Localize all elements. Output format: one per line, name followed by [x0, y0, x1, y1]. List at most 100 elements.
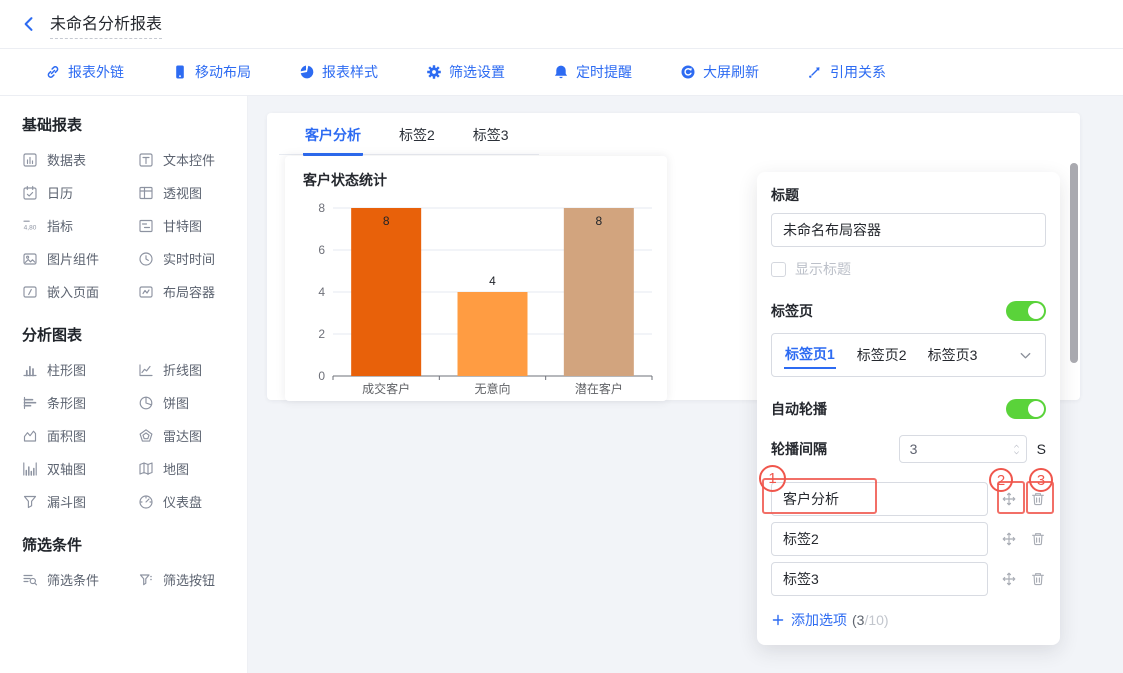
move-icon[interactable] [1001, 531, 1017, 547]
widget-item-label: 折线图 [163, 360, 202, 379]
tab-pages-selector: 标签页1 标签页2 标签页3 [771, 333, 1046, 377]
container-tab-3[interactable]: 标签3 [471, 123, 511, 154]
move-icon[interactable] [1001, 571, 1017, 587]
refresh-icon [680, 64, 696, 80]
spin-up-icon[interactable] [1012, 443, 1021, 449]
properties-panel: 标题 显示标题 标签页 标签页1标签页2标签页3 自动轮播 轮播间隔 [757, 172, 1060, 645]
tab-option-input-3[interactable] [771, 562, 988, 596]
interval-input[interactable] [900, 441, 992, 457]
pivot-icon [138, 185, 154, 201]
toolbar-button-label: 报表样式 [322, 62, 378, 82]
interval-label: 轮播间隔 [771, 439, 827, 459]
y-axis-tick-label: 8 [318, 201, 325, 215]
chart-title: 客户状态统计 [285, 156, 667, 190]
bar-chart: 024688成交客户4无意向8潜在客户 [285, 192, 667, 398]
sidebar-section-3: 筛选条件筛选条件筛选按钮 [22, 534, 247, 596]
widget-item-label: 布局容器 [163, 282, 215, 301]
sidebar-section-2: 分析图表柱形图折线图条形图饼图面积图雷达图双轴图地图漏斗图仪表盘 [22, 324, 247, 518]
y-axis-tick-label: 0 [318, 369, 325, 383]
widget-item[interactable]: 文本控件 [138, 143, 242, 176]
tab-option-input-2[interactable] [771, 522, 988, 556]
back-icon[interactable] [20, 15, 38, 33]
toolbar-button-1[interactable]: 报表外链 [45, 62, 124, 82]
widget-item[interactable]: 漏斗图 [22, 485, 138, 518]
panel-scrollbar[interactable] [1070, 163, 1078, 363]
widget-item-label: 仪表盘 [163, 492, 202, 511]
widget-item-label: 筛选条件 [47, 570, 99, 589]
widget-item[interactable]: 折线图 [138, 353, 242, 386]
widget-item-label: 柱形图 [47, 360, 86, 379]
widget-item[interactable]: 数据表 [22, 143, 138, 176]
widget-item[interactable]: 柱形图 [22, 353, 138, 386]
widget-item[interactable]: 条形图 [22, 386, 138, 419]
container-tab-1[interactable]: 客户分析 [303, 123, 363, 156]
bar-3[interactable] [564, 208, 634, 376]
widget-item[interactable]: 透视图 [138, 176, 242, 209]
widget-item[interactable]: 饼图 [138, 386, 242, 419]
trash-icon[interactable] [1030, 491, 1046, 507]
widget-item[interactable]: 双轴图 [22, 452, 138, 485]
container-title-input[interactable] [771, 213, 1046, 247]
widget-item[interactable]: 仪表盘 [138, 485, 242, 518]
toolbar-button-7[interactable]: 引用关系 [807, 62, 886, 82]
widget-item-label: 雷达图 [163, 426, 202, 445]
toolbar-button-2[interactable]: 移动布局 [172, 62, 251, 82]
trash-icon[interactable] [1030, 531, 1046, 547]
calendar-icon [22, 185, 38, 201]
widget-item-label: 嵌入页面 [47, 282, 99, 301]
widget-item[interactable]: 筛选按钮 [138, 563, 242, 596]
toolbar-button-label: 定时提醒 [576, 62, 632, 82]
svg-text:4,80: 4,80 [24, 224, 37, 231]
toolbar-button-3[interactable]: 报表样式 [299, 62, 378, 82]
toolbar-button-5[interactable]: 定时提醒 [553, 62, 632, 82]
widget-item[interactable]: 面积图 [22, 419, 138, 452]
report-title[interactable]: 未命名分析报表 [50, 10, 162, 39]
option-count-max: /10) [864, 612, 888, 628]
tabs-toggle[interactable] [1006, 301, 1046, 321]
widget-item[interactable]: 筛选条件 [22, 563, 138, 596]
widget-item-label: 图片组件 [47, 249, 99, 268]
add-option-button[interactable]: 添加选项 [791, 610, 847, 630]
widget-item[interactable]: 4,80指标 [22, 209, 138, 242]
title-field-label: 标题 [771, 185, 1046, 205]
widget-item[interactable]: 日历 [22, 176, 138, 209]
tab-page-2[interactable]: 标签页2 [857, 345, 907, 365]
container-tab-2[interactable]: 标签2 [397, 123, 437, 154]
widget-item[interactable]: 甘特图 [138, 209, 242, 242]
widget-item-label: 面积图 [47, 426, 86, 445]
widget-item[interactable]: 雷达图 [138, 419, 242, 452]
tab-page-3[interactable]: 标签页3 [928, 345, 978, 365]
widget-item[interactable]: 图片组件 [22, 242, 138, 275]
autoplay-toggle[interactable] [1006, 399, 1046, 419]
interval-spinner [1012, 443, 1026, 456]
bar-chart-icon [22, 395, 38, 411]
bar-2[interactable] [458, 292, 528, 376]
y-axis-tick-label: 2 [318, 327, 325, 341]
bar-1[interactable] [351, 208, 421, 376]
widget-item[interactable]: 嵌入页面 [22, 275, 138, 308]
dual-axis-icon [22, 461, 38, 477]
chevron-down-icon[interactable] [1018, 348, 1033, 363]
bell-icon [553, 64, 569, 80]
toolbar-button-4[interactable]: 筛选设置 [426, 62, 505, 82]
widget-item[interactable]: 实时时间 [138, 242, 242, 275]
map-icon [138, 461, 154, 477]
tab-page-1[interactable]: 标签页1 [784, 342, 836, 369]
reference-icon [807, 64, 823, 80]
toolbar-button-label: 筛选设置 [449, 62, 505, 82]
clock-icon [138, 251, 154, 267]
tab-option-input-1[interactable] [771, 482, 988, 516]
move-icon[interactable] [1001, 491, 1017, 507]
widget-item[interactable]: 布局容器 [138, 275, 242, 308]
chart-widget[interactable]: 客户状态统计 024688成交客户4无意向8潜在客户 [285, 156, 667, 401]
widget-item-label: 饼图 [163, 393, 189, 412]
spin-down-icon[interactable] [1012, 450, 1021, 456]
trash-icon[interactable] [1030, 571, 1046, 587]
embed-icon [22, 284, 38, 300]
column-chart-icon [22, 362, 38, 378]
toolbar-button-6[interactable]: 大屏刷新 [680, 62, 759, 82]
widget-item[interactable]: 地图 [138, 452, 242, 485]
radar-chart-icon [138, 428, 154, 444]
plus-icon [771, 613, 785, 627]
show-title-checkbox[interactable] [771, 262, 786, 277]
